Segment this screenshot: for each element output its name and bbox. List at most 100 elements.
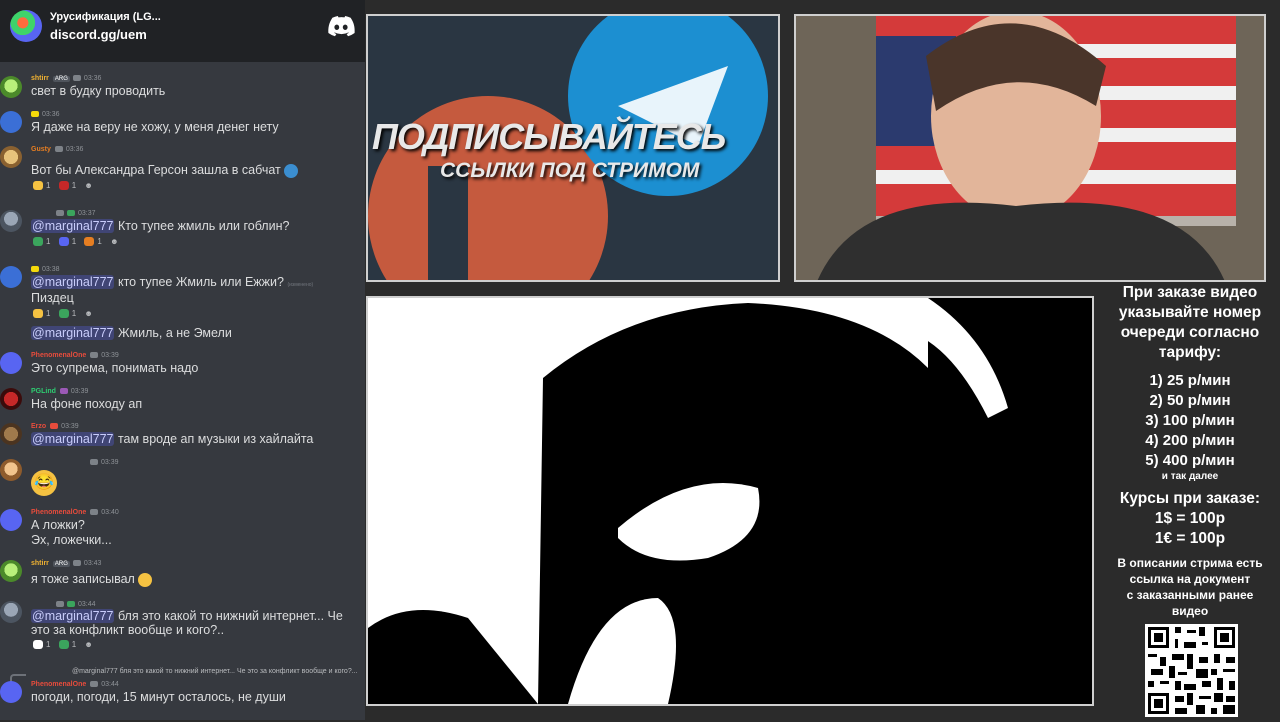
reaction[interactable]: 1: [84, 237, 102, 247]
avatar: [0, 509, 22, 531]
mention[interactable]: @marginal777: [31, 326, 115, 340]
tag-badge: ARG: [52, 561, 70, 567]
qr-code-icon[interactable]: [1145, 624, 1238, 717]
webcam-image: [796, 16, 1264, 280]
badge-icon: [56, 210, 64, 217]
reaction[interactable]: 1: [58, 237, 76, 247]
badge-icon: [90, 459, 98, 466]
laugh-emoji-icon: [33, 181, 43, 191]
badge-icon: [90, 509, 99, 516]
reactions[interactable]: 1 1 ☻: [33, 181, 99, 191]
add-reaction-icon[interactable]: ☻: [84, 309, 92, 318]
message-text: @marginal777 Кто тупее жмиль или гоблин?: [31, 219, 290, 233]
rates-title: Курсы при заказе:: [1119, 490, 1261, 507]
username[interactable]: PhenomenalOne: [31, 681, 86, 688]
timestamp: 03:36: [42, 111, 60, 118]
message-text: свет в будку проводить: [31, 84, 166, 98]
tariff-item: 4) 200 р/мин: [1145, 432, 1235, 449]
username[interactable]: shtirr: [31, 75, 49, 82]
username[interactable]: PGLind: [31, 388, 56, 395]
reply-preview[interactable]: @marginal777 бля это какой то нижний инт…: [72, 668, 358, 675]
avatar: [0, 76, 22, 98]
server-icon: [10, 10, 42, 42]
avatar: [0, 352, 22, 374]
timestamp: 03:43: [83, 560, 102, 567]
reaction[interactable]: 1: [58, 309, 76, 319]
reactions[interactable]: 1 1 1 ☻: [33, 237, 124, 247]
reaction[interactable]: 1: [33, 640, 50, 650]
server-invite-link[interactable]: discord.gg/uem: [50, 27, 147, 42]
reaction-emoji-icon: [58, 309, 69, 319]
message-meta: PhenomenalOne 03:39: [31, 352, 119, 359]
avatar: [0, 423, 22, 445]
mention[interactable]: @marginal777: [31, 609, 115, 623]
username[interactable]: shtirr: [31, 560, 49, 567]
flag-icon: [31, 266, 39, 273]
message-meta: Gusty 03:36: [31, 146, 83, 153]
reaction-emoji-icon: [58, 181, 69, 191]
message-emoji: 😂: [31, 470, 57, 496]
message-text: Вот бы Александра Герсон зашла в сабчат: [31, 163, 299, 178]
add-reaction-icon[interactable]: ☻: [84, 640, 92, 649]
mention[interactable]: @marginal777: [31, 432, 115, 446]
chat-header: Урусификация (LG... discord.gg/uem: [0, 0, 365, 62]
message-meta: 03:44: [56, 601, 96, 608]
reaction-emoji-icon: [58, 237, 69, 247]
reactions[interactable]: 1 1 ☻: [33, 640, 99, 650]
message-text: На фоне походу ап: [31, 397, 143, 411]
username[interactable]: PhenomenalOne: [31, 352, 86, 359]
mention[interactable]: @marginal777: [31, 275, 115, 289]
laugh-emoji-icon: [33, 309, 43, 319]
flag-icon: [31, 111, 39, 118]
add-reaction-icon[interactable]: ☻: [110, 237, 118, 246]
badge-icon: [90, 681, 99, 688]
reactions[interactable]: 1 1 ☻: [33, 309, 99, 319]
avatar: [0, 146, 22, 168]
timestamp: 03:40: [101, 509, 119, 516]
reaction[interactable]: 1: [33, 309, 50, 319]
mention[interactable]: @marginal777: [31, 219, 115, 233]
tariff-list: 1) 25 р/мин 2) 50 р/мин 3) 100 р/мин 4) …: [1100, 371, 1280, 471]
timestamp: 03:36: [65, 146, 84, 153]
message-text: Эх, ложечки...: [31, 533, 112, 547]
banner-subtitle: ССЫЛКИ ПОД СТРИМОМ: [440, 159, 700, 182]
tariff-etc: и так далее: [1161, 471, 1219, 482]
tariff-item: 3) 100 р/мин: [1145, 412, 1235, 429]
rate-eur: 1€ = 100р: [1154, 530, 1226, 547]
timestamp: 03:36: [83, 75, 102, 82]
timestamp: 03:39: [70, 388, 89, 395]
username[interactable]: PhenomenalOne: [31, 509, 86, 516]
avatar: [0, 210, 22, 232]
message-text: Это супрема, понимать надо: [31, 361, 199, 375]
subscribe-banner: ПОДПИСЫВАЙТЕСЬ ССЫЛКИ ПОД СТРИМОМ: [366, 14, 780, 282]
rate-usd: 1$ = 100р: [1154, 510, 1226, 527]
username[interactable]: Erzo: [31, 423, 46, 430]
avatar: [0, 459, 22, 481]
message-meta: PhenomenalOne 03:40: [31, 509, 119, 516]
message-meta: PhenomenalOne 03:44: [31, 681, 119, 688]
laugh-emoji-icon: [138, 572, 153, 587]
reaction[interactable]: 1: [58, 640, 76, 650]
username[interactable]: Gusty: [31, 146, 51, 153]
badge-icon: [67, 601, 75, 608]
reaction[interactable]: 1: [58, 181, 76, 191]
tag-badge: ARG: [52, 76, 70, 82]
add-reaction-icon[interactable]: ☻: [84, 181, 92, 190]
message-meta: 03:39: [90, 459, 119, 466]
message-text: @marginal777 там вроде ап музыки из хайл…: [31, 432, 314, 446]
video-player[interactable]: [366, 296, 1094, 706]
webcam-feed: [794, 14, 1266, 282]
timestamp: 03:44: [78, 601, 96, 608]
reaction[interactable]: 1: [33, 181, 50, 191]
message-text: погоди, погоди, 15 минут осталось, не ду…: [31, 690, 286, 704]
timestamp: 03:39: [61, 423, 79, 430]
message-text: это за конфликт вообще и кого?..: [31, 623, 225, 637]
message-text: @marginal777 бля это какой то нижний инт…: [31, 609, 343, 623]
reaction[interactable]: 1: [33, 237, 50, 247]
avatar: [0, 560, 22, 582]
timestamp: 03:37: [78, 210, 96, 217]
description-note: В описании стрима есть ссылка на докумен…: [1117, 556, 1263, 618]
message-meta: 03:37: [56, 210, 96, 217]
message-text: @marginal777 Жмиль, а не Эмели: [31, 326, 232, 340]
badge-icon: [90, 352, 99, 359]
